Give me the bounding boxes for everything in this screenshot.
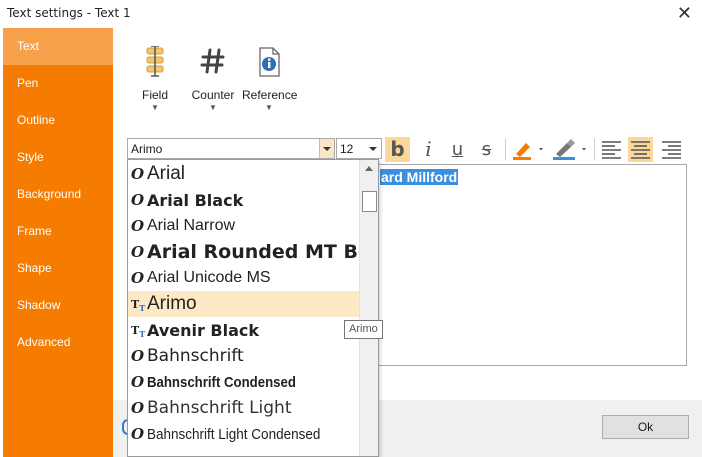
italic-button[interactable]: i bbox=[416, 137, 441, 162]
bold-button[interactable]: b bbox=[385, 137, 410, 162]
scroll-up-arrow[interactable] bbox=[360, 160, 378, 178]
sidebar-item-label: Style bbox=[17, 150, 44, 164]
align-right-icon bbox=[662, 141, 681, 159]
sidebar-item-label: Background bbox=[17, 187, 82, 201]
font-list-item[interactable]: O Arial Rounded MT Bo bbox=[128, 239, 360, 265]
sidebar-item-frame[interactable]: Frame bbox=[3, 213, 113, 250]
font-list-item[interactable]: O Arial Black bbox=[128, 187, 360, 213]
reference-label: Reference bbox=[242, 88, 298, 102]
font-name-combo[interactable]: Arimo bbox=[127, 138, 335, 159]
sidebar-item-pen[interactable]: Pen bbox=[3, 65, 113, 102]
counter-label: Counter bbox=[191, 88, 235, 102]
opentype-icon: O bbox=[131, 269, 145, 287]
sidebar-item-label: Frame bbox=[17, 224, 52, 238]
font-list-item[interactable]: TT Arimo bbox=[128, 291, 360, 317]
opentype-icon: O bbox=[131, 243, 145, 261]
font-list-item-label: Arial Narrow bbox=[147, 217, 236, 234]
sidebar-item-shape[interactable]: Shape bbox=[3, 250, 113, 287]
chevron-down-icon: ▼ bbox=[265, 103, 273, 112]
font-dropdown-list[interactable]: O Arial O Arial Black O Arial Narrow O A… bbox=[127, 159, 379, 457]
font-list-item-label: Avenir Black bbox=[147, 321, 260, 340]
align-center-button[interactable] bbox=[628, 137, 653, 162]
sidebar-item-label: Pen bbox=[17, 76, 39, 90]
font-list-item[interactable]: O Bahnschrift Light Condensed bbox=[128, 421, 360, 447]
align-center-icon bbox=[631, 141, 650, 159]
font-list-item-label: Arial Rounded MT Bo bbox=[147, 241, 360, 263]
field-button[interactable]: Field ▼ bbox=[128, 46, 182, 116]
toolbar-separator bbox=[594, 138, 595, 160]
font-list-item[interactable]: O Bahnschrift bbox=[128, 343, 360, 369]
scroll-thumb[interactable] bbox=[362, 191, 377, 212]
opentype-icon: O bbox=[131, 217, 145, 235]
sidebar-item-style[interactable]: Style bbox=[3, 139, 113, 176]
sidebar-item-label: Shadow bbox=[17, 298, 61, 312]
field-label: Field bbox=[141, 88, 168, 102]
font-list-item-label: Bahnschrift Light bbox=[147, 398, 292, 418]
window-title: Text settings - Text 1 bbox=[7, 6, 131, 20]
opentype-icon: O bbox=[131, 347, 145, 365]
sidebar-item-outline[interactable]: Outline bbox=[3, 102, 113, 139]
font-list-item-label: Bahnschrift Condensed bbox=[147, 374, 296, 391]
chevron-down-icon[interactable] bbox=[366, 139, 381, 158]
highlight-color-button[interactable] bbox=[509, 137, 547, 162]
font-list-item[interactable]: O Arial bbox=[128, 161, 360, 187]
font-list-item-label: Arimo bbox=[147, 293, 197, 314]
font-list-item-label: Bahnschrift Light Condensed bbox=[147, 426, 321, 443]
truetype-icon: TT bbox=[131, 324, 146, 340]
font-tooltip: Arimo bbox=[344, 320, 383, 339]
font-list-item-label: Arial bbox=[147, 163, 186, 184]
font-list-item-label: Arial Black bbox=[147, 191, 244, 210]
toolbar-separator bbox=[505, 138, 506, 160]
font-name-value: Arimo bbox=[131, 142, 163, 156]
sidebar: Text Pen Outline Style Background Frame … bbox=[3, 28, 113, 457]
sidebar-item-label: Text bbox=[17, 39, 40, 53]
truetype-icon: TT bbox=[131, 298, 146, 314]
field-icon bbox=[146, 46, 164, 77]
font-size-combo[interactable]: 12 bbox=[336, 138, 382, 159]
opentype-icon: O bbox=[131, 165, 145, 183]
font-list-item[interactable]: TT Avenir Black bbox=[128, 317, 360, 343]
text-color-button[interactable] bbox=[549, 137, 591, 162]
font-list-item[interactable]: O Arial Narrow bbox=[128, 213, 360, 239]
font-list-item[interactable]: O Bahnschrift Condensed bbox=[128, 369, 360, 395]
font-list-item-label: Arial Unicode MS bbox=[147, 269, 271, 286]
sidebar-item-label: Outline bbox=[17, 113, 56, 127]
highlighter-icon bbox=[513, 143, 543, 160]
reference-button[interactable]: Reference ▼ bbox=[242, 46, 298, 116]
sidebar-item-shadow[interactable]: Shadow bbox=[3, 287, 113, 324]
opentype-icon: O bbox=[131, 425, 145, 443]
sidebar-item-text[interactable]: Text bbox=[3, 28, 113, 65]
reference-icon bbox=[259, 47, 280, 77]
font-list-scrollbar[interactable] bbox=[359, 160, 378, 456]
chevron-down-icon[interactable] bbox=[319, 139, 334, 158]
sidebar-item-label: Advanced bbox=[17, 335, 71, 349]
font-list-item-label: Bahnschrift bbox=[147, 346, 244, 366]
sidebar-item-label: Shape bbox=[17, 261, 52, 275]
ok-button[interactable]: Ok bbox=[602, 415, 689, 439]
title-bar: Text settings - Text 1 ✕ bbox=[0, 0, 702, 28]
text-color-icon bbox=[553, 139, 586, 160]
font-list-item[interactable]: O Bahnschrift Light bbox=[128, 395, 360, 421]
close-icon[interactable]: ✕ bbox=[677, 3, 692, 24]
strikethrough-button[interactable]: s bbox=[474, 137, 499, 162]
font-size-value: 12 bbox=[340, 142, 354, 156]
align-right-button[interactable] bbox=[659, 137, 684, 162]
font-list-item[interactable]: O Arial Unicode MS bbox=[128, 265, 360, 291]
chevron-down-icon: ▼ bbox=[151, 103, 159, 112]
opentype-icon: O bbox=[131, 373, 145, 391]
counter-button[interactable]: Counter ▼ bbox=[186, 46, 240, 116]
opentype-icon: O bbox=[131, 191, 145, 209]
underline-button[interactable]: u bbox=[445, 137, 470, 162]
align-left-icon bbox=[602, 141, 621, 159]
sidebar-item-advanced[interactable]: Advanced bbox=[3, 324, 113, 361]
chevron-down-icon: ▼ bbox=[209, 103, 217, 112]
align-left-button[interactable] bbox=[599, 137, 624, 162]
opentype-icon: O bbox=[131, 399, 145, 417]
sidebar-item-background[interactable]: Background bbox=[3, 176, 113, 213]
selected-text[interactable]: ard Millford bbox=[380, 169, 459, 185]
hash-icon bbox=[200, 48, 225, 74]
